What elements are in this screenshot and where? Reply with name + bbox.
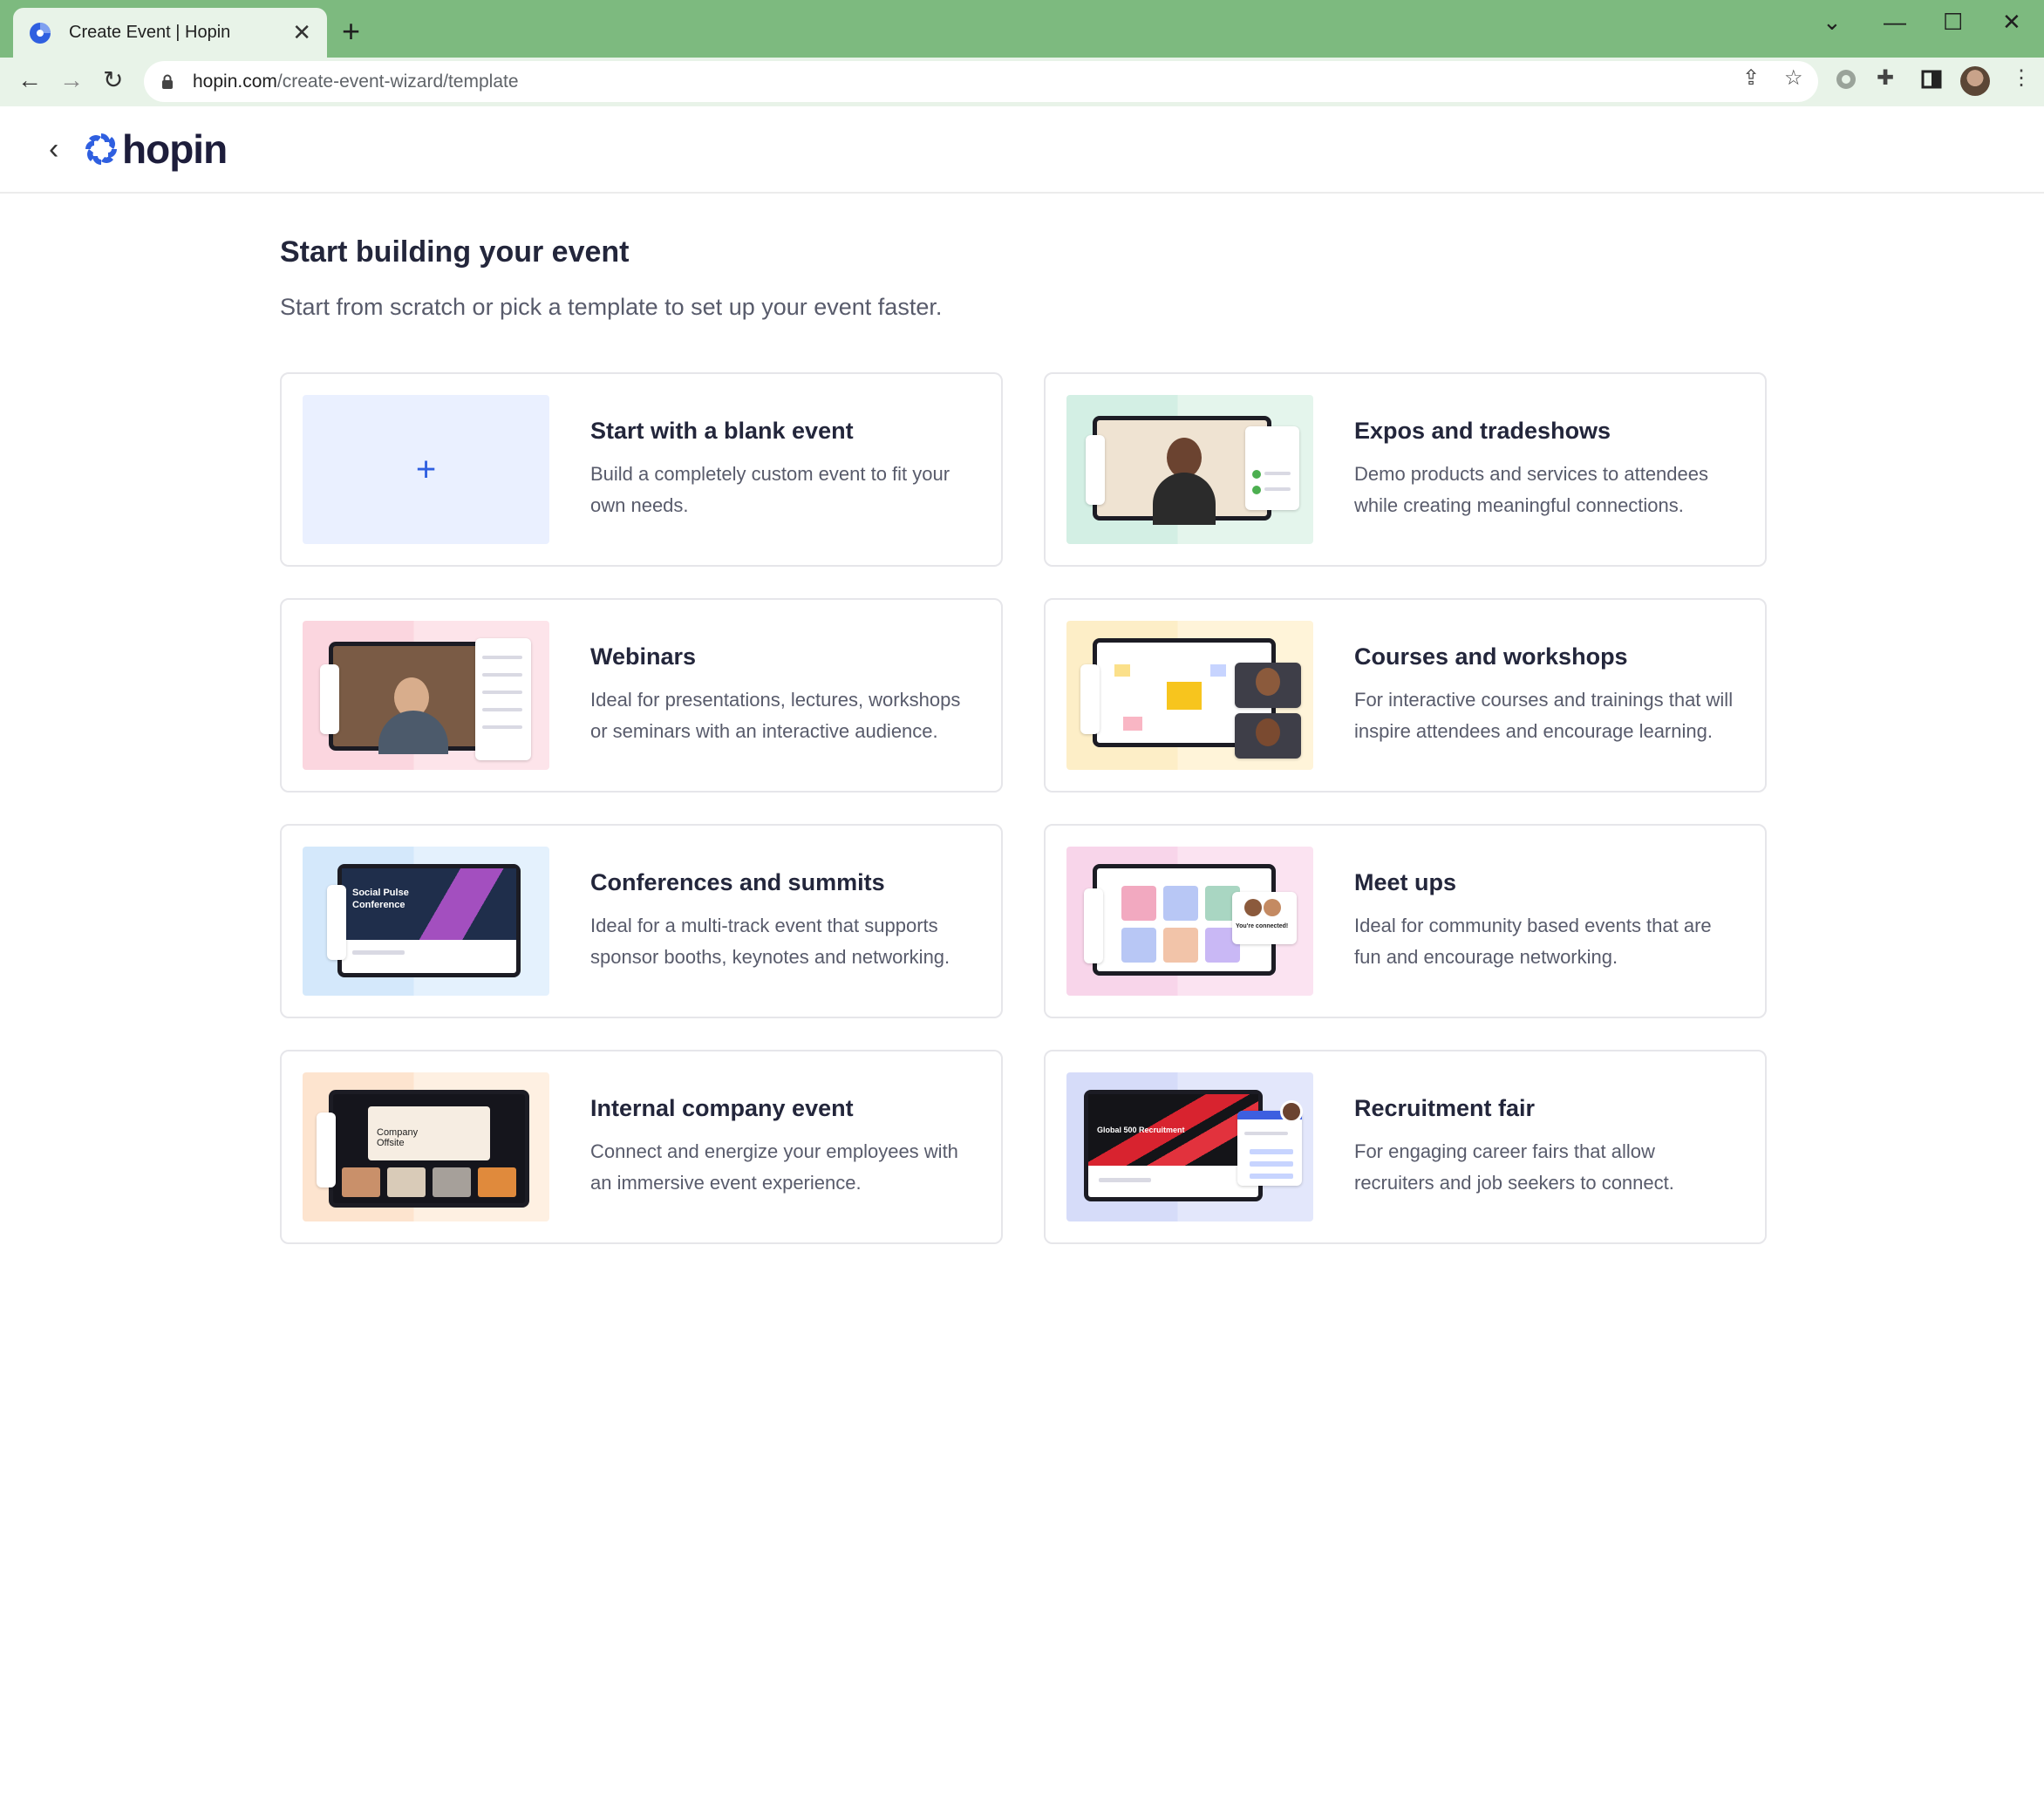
card-title: Internal company event [590, 1095, 854, 1121]
courses-thumbnail [1066, 621, 1313, 770]
lock-icon [162, 74, 173, 89]
grammarly-extension-icon[interactable] [1833, 66, 1859, 92]
card-description: Ideal for community based events that ar… [1354, 915, 1712, 968]
chat-panel [475, 638, 531, 760]
template-card-courses[interactable]: Courses and workshops For interactive co… [1044, 598, 1767, 793]
card-description: Demo products and services to attendees w… [1354, 463, 1709, 516]
browser-menu-icon[interactable]: ⋮ [2011, 68, 2032, 89]
back-arrow-icon[interactable]: ← [17, 68, 42, 92]
card-description: Connect and energize your employees with… [590, 1140, 958, 1194]
card-title: Webinars [590, 643, 697, 670]
webinars-thumbnail [303, 621, 549, 770]
card-description: Ideal for presentations, lectures, works… [590, 689, 961, 742]
nav-rail [1084, 888, 1103, 963]
app-header: ‹ hopin [0, 106, 2044, 194]
close-window-icon[interactable]: ✕ [2002, 9, 2021, 36]
blank-thumbnail: + [303, 395, 549, 544]
card-description: Ideal for a multi-track event that suppo… [590, 915, 950, 968]
card-title: Expos and tradeshows [1354, 418, 1611, 444]
bookmark-star-icon[interactable]: ☆ [1784, 68, 1803, 89]
minimize-window-icon[interactable]: — [1884, 9, 1906, 36]
close-tab-icon[interactable]: ✕ [292, 19, 311, 46]
hopin-logo[interactable]: hopin [84, 126, 228, 173]
browser-toolbar: ← → ↻ hopin.com/create-event-wizard/temp… [0, 58, 2044, 106]
card-title: Conferences and summits [590, 869, 885, 895]
video-tile [1235, 713, 1301, 759]
maximize-window-icon[interactable]: ☐ [1943, 9, 1963, 36]
offsite-screen: Company Offsite [329, 1090, 529, 1208]
template-card-internal[interactable]: Company Offsite Internal company event C… [280, 1050, 1003, 1244]
expos-thumbnail [1066, 395, 1313, 544]
reload-icon[interactable]: ↻ [103, 68, 123, 92]
card-description: Build a completely custom event to fit y… [590, 463, 950, 516]
page-subtitle: Start from scratch or pick a template to… [280, 294, 943, 320]
nav-rail [1086, 435, 1105, 505]
profile-avatar[interactable] [1960, 66, 1990, 96]
page-header: Start building your event Start from scr… [280, 235, 1767, 321]
template-card-blank[interactable]: + Start with a blank event Build a compl… [280, 372, 1003, 567]
video-tile [1235, 663, 1301, 708]
recruiter-avatar [1280, 1100, 1303, 1123]
new-tab-button[interactable]: + [342, 16, 360, 47]
share-icon[interactable]: ⇪ [1742, 68, 1760, 89]
template-grid: + Start with a blank event Build a compl… [280, 372, 1767, 1244]
nav-rail [1080, 664, 1100, 734]
nav-rail [327, 885, 346, 960]
nav-rail [320, 664, 339, 734]
hopin-favicon-icon [30, 22, 51, 44]
template-card-webinars[interactable]: Webinars Ideal for presentations, lectur… [280, 598, 1003, 793]
address-bar[interactable]: hopin.com/create-event-wizard/template [144, 61, 1818, 102]
side-panel-icon[interactable] [1918, 66, 1945, 92]
template-card-recruitment[interactable]: Global 500 Recruitment Recruitment fair … [1044, 1050, 1767, 1244]
url-host: hopin.com [193, 71, 277, 92]
booth-panel [1245, 426, 1299, 510]
template-card-expos[interactable]: Expos and tradeshows Demo products and s… [1044, 372, 1767, 567]
card-title: Start with a blank event [590, 418, 854, 444]
meetups-thumbnail: You're connected! [1066, 847, 1313, 996]
page-title: Start building your event [280, 235, 630, 269]
template-card-meetups[interactable]: You're connected! Meet ups Ideal for com… [1044, 824, 1767, 1018]
connected-popup: You're connected! [1232, 892, 1297, 944]
card-description: For interactive courses and trainings th… [1354, 689, 1734, 742]
conference-screen: Social Pulse Conference [337, 864, 521, 977]
tab-search-chevron-icon[interactable]: ⌄ [1823, 9, 1842, 36]
hopin-logo-mark-icon [85, 133, 117, 165]
card-title: Courses and workshops [1354, 643, 1628, 670]
conferences-thumbnail: Social Pulse Conference [303, 847, 549, 996]
internal-thumbnail: Company Offsite [303, 1072, 549, 1221]
forward-arrow-icon[interactable]: → [59, 68, 84, 92]
logo-text: hopin [122, 126, 228, 172]
card-title: Recruitment fair [1354, 1095, 1536, 1121]
plus-icon: + [415, 450, 437, 488]
browser-tab-strip: Create Event | Hopin ✕ + ⌄ — ☐ ✕ [0, 0, 2044, 58]
nav-rail [317, 1113, 336, 1187]
tab-title: Create Event | Hopin [69, 23, 231, 42]
card-description: For engaging career fairs that allow recr… [1354, 1140, 1674, 1194]
card-title: Meet ups [1354, 869, 1457, 895]
extensions-puzzle-icon[interactable]: ✚ [1877, 68, 1894, 89]
back-chevron-icon[interactable]: ‹ [49, 134, 58, 164]
template-card-conferences[interactable]: Social Pulse Conference Conferences and … [280, 824, 1003, 1018]
browser-tab[interactable]: Create Event | Hopin ✕ [13, 8, 327, 58]
url-path: /create-event-wizard/template [276, 71, 519, 92]
recruitment-thumbnail: Global 500 Recruitment [1066, 1072, 1313, 1221]
recruitment-screen: Global 500 Recruitment [1084, 1090, 1263, 1201]
